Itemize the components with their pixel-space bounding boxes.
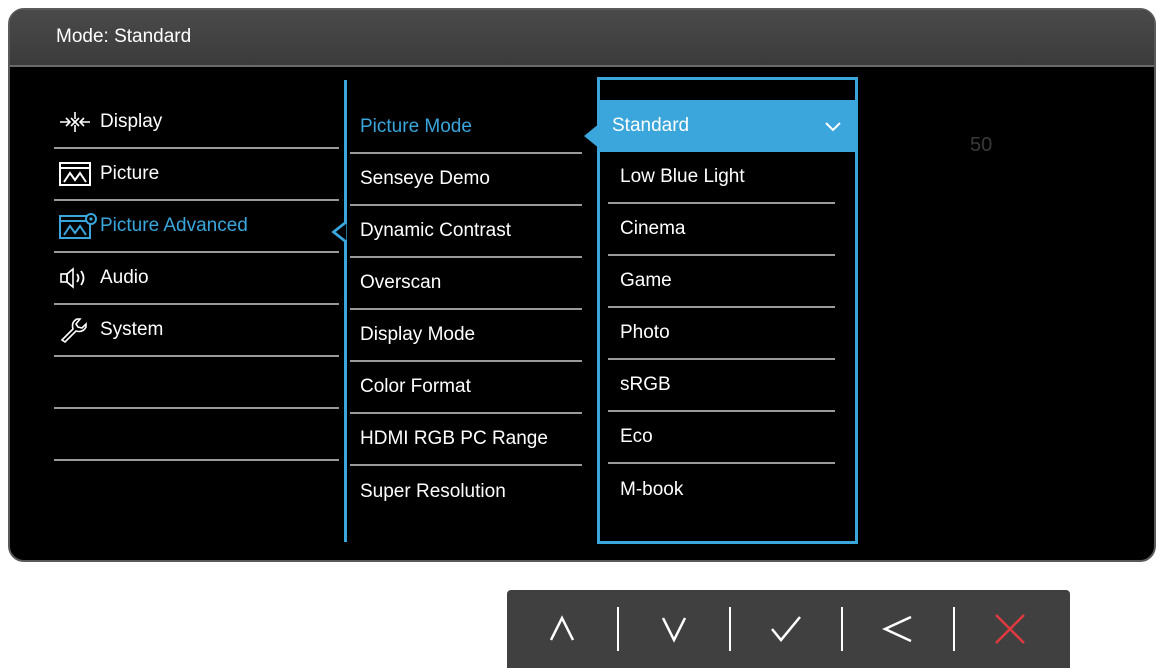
sub-item-senseye-demo[interactable]: Senseye Demo bbox=[350, 154, 582, 206]
picture-advanced-icon bbox=[58, 211, 98, 241]
main-item-empty bbox=[54, 409, 339, 461]
sub-item-overscan[interactable]: Overscan bbox=[350, 258, 582, 310]
chevron-up-icon bbox=[549, 615, 575, 641]
sub-item-hdmi-rgb-pc-range[interactable]: HDMI RGB PC Range bbox=[350, 414, 582, 466]
main-item-label: Display bbox=[100, 111, 163, 132]
main-item-label: Picture Advanced bbox=[100, 215, 248, 236]
option-standard[interactable]: Standard bbox=[600, 100, 855, 152]
option-srgb[interactable]: sRGB bbox=[608, 360, 835, 412]
option-low-blue-light[interactable]: Low Blue Light bbox=[608, 152, 835, 204]
sub-item-display-mode[interactable]: Display Mode bbox=[350, 310, 582, 362]
ok-key[interactable] bbox=[731, 590, 841, 668]
main-item-display[interactable]: Display bbox=[54, 97, 339, 149]
check-icon bbox=[771, 616, 801, 642]
main-item-system[interactable]: System bbox=[54, 305, 339, 357]
main-item-label: Picture bbox=[100, 163, 160, 184]
exit-key[interactable] bbox=[955, 590, 1065, 668]
up-key[interactable] bbox=[507, 590, 617, 668]
audio-icon bbox=[58, 263, 98, 293]
options-caret bbox=[584, 123, 600, 149]
options-panel: Standard Low Blue Light Cinema Game Phot… bbox=[584, 77, 858, 544]
main-menu: Display Picture Picture Advanced Audio S… bbox=[54, 97, 339, 461]
sub-menu: Picture Mode Senseye Demo Dynamic Contra… bbox=[350, 102, 582, 518]
display-icon bbox=[58, 107, 98, 137]
down-key[interactable] bbox=[619, 590, 729, 668]
control-key-bar bbox=[507, 590, 1070, 668]
check-icon bbox=[825, 122, 841, 132]
sub-item-color-format[interactable]: Color Format bbox=[350, 362, 582, 414]
close-icon bbox=[995, 614, 1025, 644]
picture-icon bbox=[58, 159, 98, 189]
sub-item-dynamic-contrast[interactable]: Dynamic Contrast bbox=[350, 206, 582, 258]
main-item-empty bbox=[54, 357, 339, 409]
option-m-book[interactable]: M-book bbox=[608, 464, 835, 516]
main-item-picture[interactable]: Picture bbox=[54, 149, 339, 201]
chevron-left-icon bbox=[882, 615, 912, 643]
options-list: Standard Low Blue Light Cinema Game Phot… bbox=[600, 100, 855, 516]
mode-title: Mode: Standard bbox=[56, 26, 192, 47]
option-eco[interactable]: Eco bbox=[608, 412, 835, 464]
chevron-down-icon bbox=[661, 617, 687, 643]
sub-item-super-resolution[interactable]: Super Resolution bbox=[350, 466, 582, 518]
option-label: Standard bbox=[612, 115, 690, 136]
main-item-audio[interactable]: Audio bbox=[54, 253, 339, 305]
main-item-picture-advanced[interactable]: Picture Advanced bbox=[54, 201, 339, 253]
option-cinema[interactable]: Cinema bbox=[608, 204, 835, 256]
system-wrench-icon bbox=[58, 315, 98, 345]
option-game[interactable]: Game bbox=[608, 256, 835, 308]
sub-item-picture-mode[interactable]: Picture Mode bbox=[350, 102, 582, 154]
active-caret bbox=[331, 221, 348, 243]
option-photo[interactable]: Photo bbox=[608, 308, 835, 360]
menu-divider bbox=[344, 80, 347, 542]
osd-header: Mode: Standard bbox=[10, 10, 1154, 67]
osd-window: Mode: Standard Display Picture Picture A… bbox=[8, 8, 1156, 562]
back-key[interactable] bbox=[843, 590, 953, 668]
main-item-label: System bbox=[100, 319, 164, 340]
value-readout: 50 bbox=[970, 134, 993, 156]
main-item-label: Audio bbox=[100, 267, 149, 288]
